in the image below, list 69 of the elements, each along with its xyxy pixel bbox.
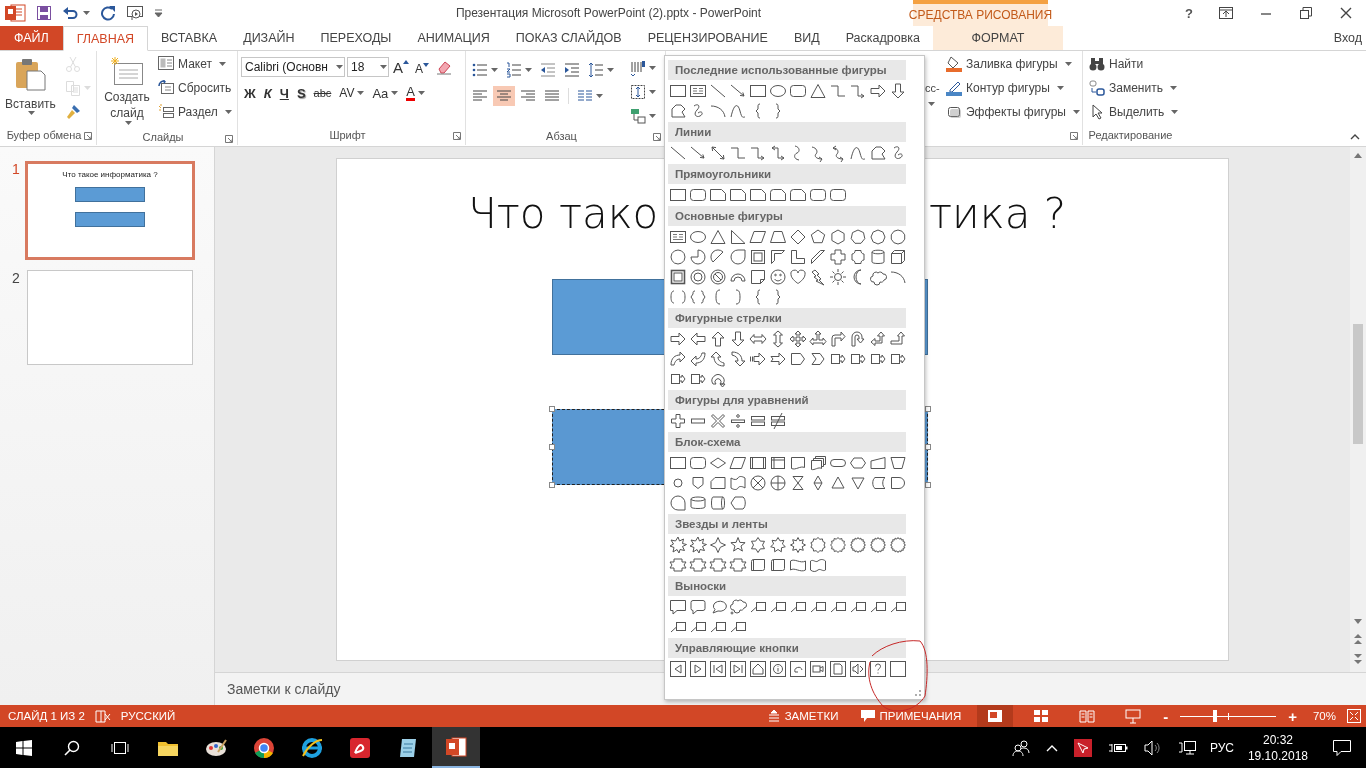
section-header: Звезды и ленты bbox=[668, 514, 906, 534]
italic-button[interactable]: К bbox=[260, 83, 275, 103]
slide-counter: СЛАЙД 1 ИЗ 2 bbox=[8, 710, 85, 722]
ribbon-tab[interactable]: ГЛАВНАЯ bbox=[62, 26, 149, 51]
font-color-button[interactable]: A bbox=[403, 83, 428, 103]
shape-outline-button[interactable]: Контур фигуры bbox=[946, 78, 1080, 98]
thumbnail-title: Что такое информатика ? bbox=[62, 170, 158, 179]
section-header: Выноски bbox=[668, 576, 906, 596]
shape-effects-button[interactable]: Эффекты фигуры bbox=[946, 102, 1080, 122]
section-header: Основные фигуры bbox=[668, 206, 906, 226]
clock[interactable]: 20:32 19.10.2018 bbox=[1239, 731, 1316, 764]
section-header: Прямоугольники bbox=[668, 164, 906, 184]
font-size-field[interactable]: 18 bbox=[347, 57, 389, 77]
zoom-out-button[interactable]: - bbox=[1161, 707, 1171, 725]
ribbon-tab[interactable]: ВСТАВКА bbox=[148, 26, 231, 50]
zoom-in-button[interactable]: + bbox=[1286, 707, 1299, 725]
input-language[interactable]: РУС bbox=[1209, 740, 1234, 755]
slide-title: Что тако bbox=[468, 191, 659, 237]
shape-fill-button[interactable]: Заливка фигуры bbox=[946, 54, 1080, 74]
group-label: Слайды bbox=[142, 130, 184, 143]
section-button[interactable]: Раздел bbox=[158, 102, 232, 122]
font-name-field[interactable]: Calibri (Основн bbox=[241, 57, 345, 77]
ribbon-tab[interactable]: ДИЗАЙН bbox=[230, 26, 308, 50]
group-label: Редактирование bbox=[1088, 129, 1173, 141]
paste-button[interactable]: Вставить bbox=[3, 54, 58, 125]
ribbon-tab[interactable]: ПЕРЕХОДЫ bbox=[307, 26, 405, 50]
shrink-font-button[interactable]: A bbox=[413, 58, 432, 76]
quick-styles-label: сс- bbox=[925, 82, 940, 94]
slide-thumbnail[interactable]: Что такое информатика ? bbox=[25, 161, 195, 260]
ribbon-tab[interactable]: РЕЦЕНЗИРОВАНИЕ bbox=[634, 26, 781, 50]
text-shadow-button[interactable]: S bbox=[293, 83, 309, 103]
ribbon-tab[interactable]: ВИД bbox=[780, 26, 833, 50]
comments-button[interactable]: ПРИМЕЧАНИЯ bbox=[854, 705, 968, 727]
window-title: Презентация Microsoft PowerPoint (2).pptx - PowerPoint bbox=[455, 6, 762, 20]
ribbon-tab[interactable]: ФАЙЛ bbox=[0, 26, 63, 50]
select-button[interactable]: Выделить bbox=[1089, 102, 1179, 122]
slide-number: 2 bbox=[12, 270, 21, 286]
notes-button[interactable]: ЗАМЕТКИ bbox=[761, 705, 845, 727]
replace-button[interactable]: Заменить bbox=[1089, 78, 1179, 98]
ribbon-tab[interactable]: АНИМАЦИЯ bbox=[404, 26, 503, 50]
group-label: Абзац bbox=[546, 129, 577, 142]
section-header: Фигуры для уравнений bbox=[668, 390, 906, 410]
slide-title: тика ? bbox=[929, 191, 1067, 237]
language-indicator[interactable]: РУССКИЙ bbox=[120, 710, 176, 722]
section-header: Фигурные стрелки bbox=[668, 308, 906, 328]
ribbon-tab[interactable]: Раскадровка bbox=[832, 26, 934, 50]
ribbon-tab[interactable]: ФОРМАТ bbox=[933, 26, 1063, 50]
underline-button[interactable]: Ч bbox=[276, 83, 292, 103]
strikethrough-button[interactable]: abc bbox=[310, 83, 335, 103]
sign-in-link[interactable]: Вход bbox=[1333, 31, 1366, 45]
grow-font-button[interactable]: A bbox=[391, 58, 411, 76]
reset-button[interactable]: Сбросить bbox=[158, 78, 232, 98]
change-case-button[interactable]: Aa bbox=[369, 83, 402, 103]
section-header: Последние использованные фигуры bbox=[668, 60, 906, 80]
zoom-level[interactable]: 70% bbox=[1312, 710, 1336, 722]
group-label: Шрифт bbox=[329, 129, 366, 141]
help-button[interactable]: ? bbox=[1172, 1, 1206, 25]
section-header: Управляющие кнопки bbox=[668, 638, 906, 658]
notes-placeholder[interactable]: Заметки к слайду bbox=[227, 681, 341, 697]
section-header: Блок-схема bbox=[668, 432, 906, 452]
character-spacing-button[interactable]: AV bbox=[336, 83, 368, 103]
section-header: Линии bbox=[668, 122, 906, 142]
group-label: Буфер обмена bbox=[6, 129, 82, 141]
find-button[interactable]: Найти bbox=[1089, 54, 1179, 74]
ribbon-tab[interactable]: ПОКАЗ СЛАЙДОВ bbox=[502, 26, 635, 50]
layout-button[interactable]: Макет bbox=[158, 54, 232, 74]
bold-button[interactable]: Ж bbox=[241, 83, 259, 103]
slide-number: 1 bbox=[12, 161, 21, 177]
new-slide-button[interactable]: Создать слайд bbox=[100, 54, 154, 128]
